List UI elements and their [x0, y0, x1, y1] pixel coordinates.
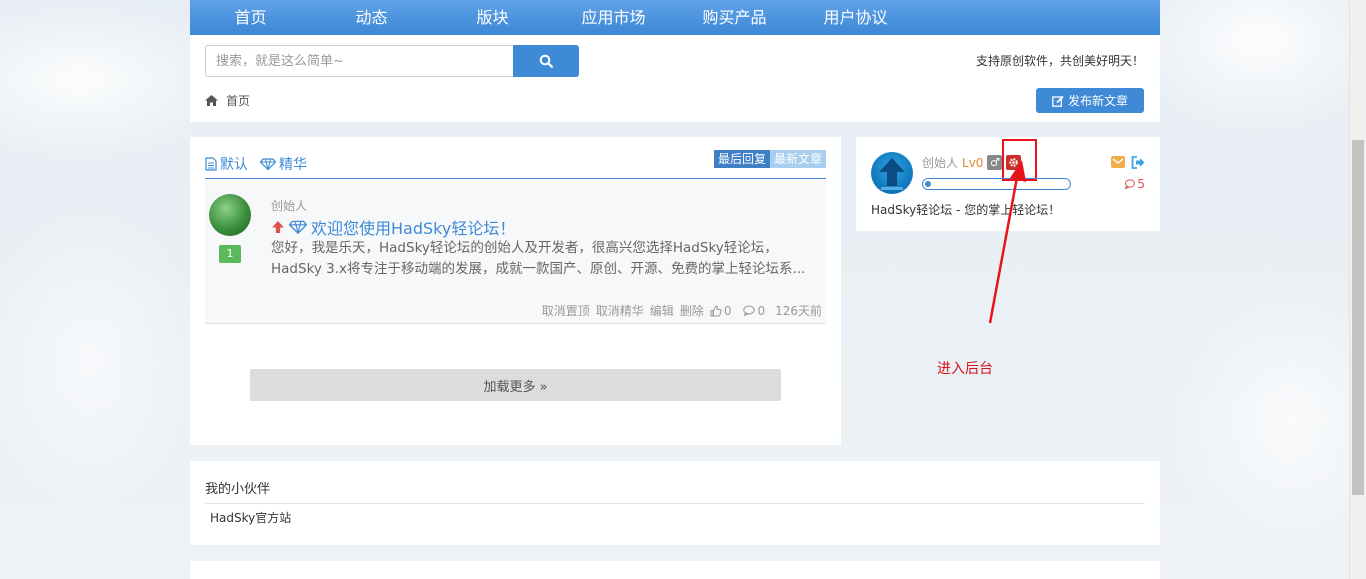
partner-link[interactable]: HadSky官方站	[210, 509, 291, 526]
partners-panel: 我的小伙伴 HadSky官方站	[190, 461, 1160, 545]
partners-title: 我的小伙伴	[205, 478, 1145, 504]
annotation-label: 进入后台	[937, 361, 993, 377]
footer-panel	[190, 561, 1160, 579]
page-scrollbar[interactable]	[1349, 0, 1366, 579]
scrollbar-thumb[interactable]	[1352, 140, 1364, 495]
